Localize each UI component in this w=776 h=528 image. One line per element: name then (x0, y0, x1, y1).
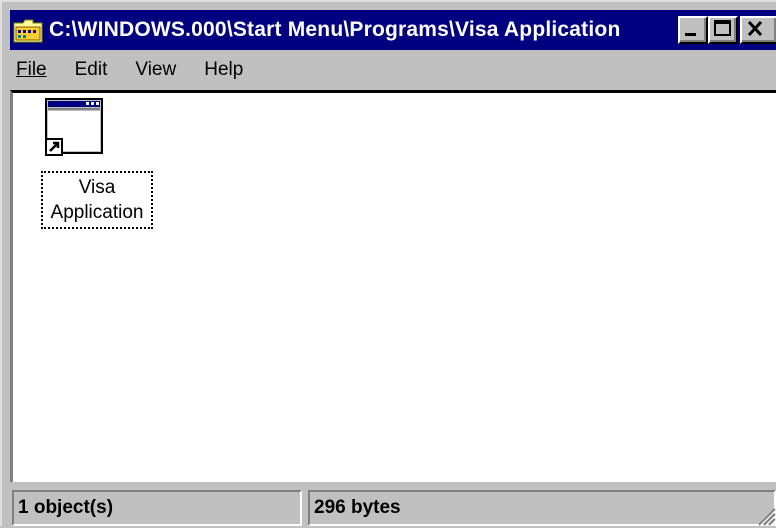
status-bar: 1 object(s) 296 bytes (10, 488, 776, 528)
maximize-icon (714, 20, 731, 36)
close-button[interactable] (740, 16, 776, 44)
window-title: C:\WINDOWS.000\Start Menu\Programs\Visa … (49, 18, 621, 41)
title-bar[interactable]: C:\WINDOWS.000\Start Menu\Programs\Visa … (10, 10, 776, 50)
explorer-window: C:\WINDOWS.000\Start Menu\Programs\Visa … (0, 0, 776, 526)
menu-file[interactable]: File (10, 59, 59, 81)
menu-help[interactable]: Help (188, 59, 255, 81)
minimize-button[interactable] (678, 16, 708, 44)
menu-bar: File Edit View Help (10, 52, 776, 88)
minimize-icon (685, 33, 696, 36)
shortcut-label[interactable]: Visa Application (41, 171, 153, 229)
shortcut-label-line2: Application (50, 202, 144, 223)
menu-file-label: File (16, 59, 47, 80)
shortcut-window-icon[interactable] (44, 97, 104, 157)
shortcut-label-line1: Visa (78, 177, 116, 198)
status-size: 296 bytes (308, 490, 776, 526)
maximize-button[interactable] (708, 16, 738, 44)
folder-icon[interactable] (13, 17, 43, 43)
resize-grip-icon[interactable] (754, 504, 776, 526)
close-icon (747, 20, 763, 37)
menu-view[interactable]: View (119, 59, 188, 81)
folder-content-area[interactable]: Visa Application (10, 90, 776, 482)
menu-edit[interactable]: Edit (59, 59, 120, 81)
status-object-count: 1 object(s) (12, 490, 302, 526)
